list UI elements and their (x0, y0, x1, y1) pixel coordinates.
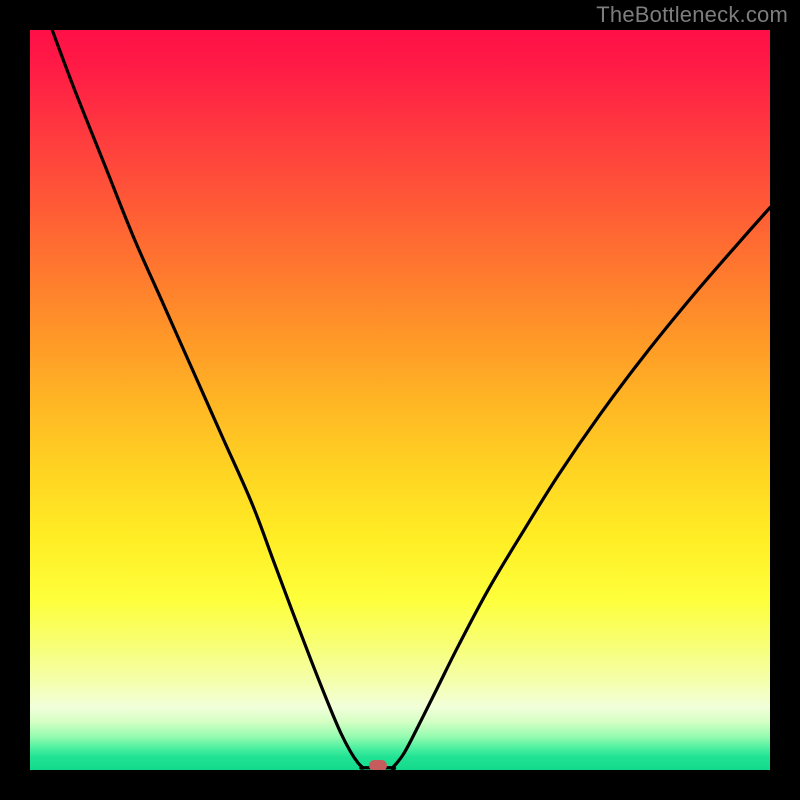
watermark-text: TheBottleneck.com (596, 2, 788, 28)
curve-svg (30, 30, 770, 770)
valley-marker (369, 760, 388, 770)
plot-area (30, 30, 770, 770)
chart-frame: TheBottleneck.com (0, 0, 800, 800)
bottleneck-curve (52, 30, 770, 769)
